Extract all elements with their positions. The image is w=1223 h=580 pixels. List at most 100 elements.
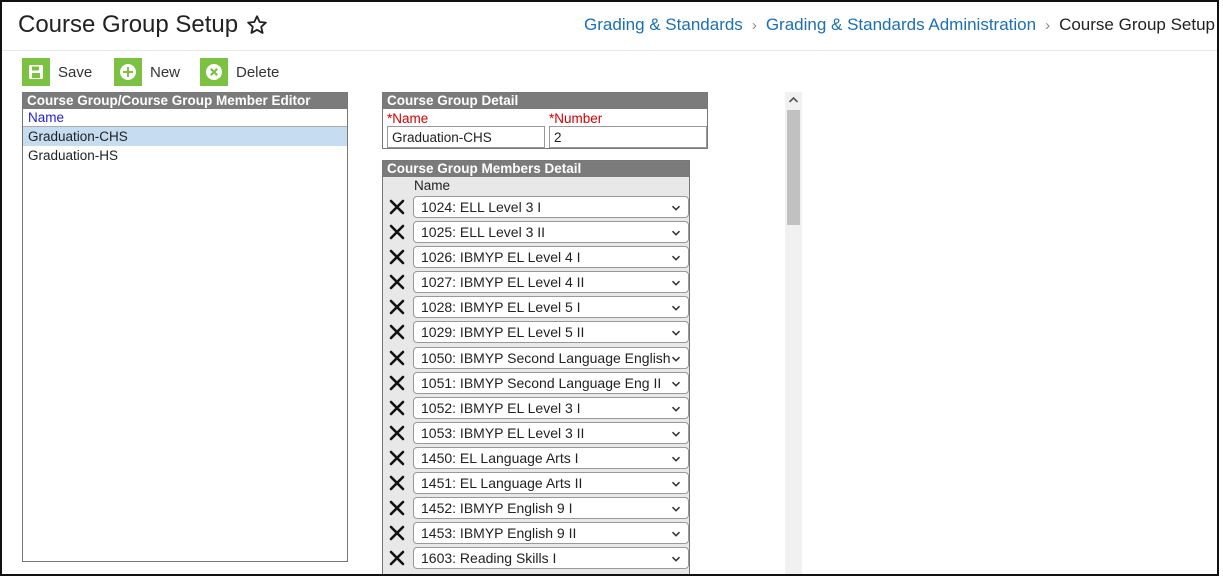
remove-member-icon[interactable] [388,524,406,542]
chevron-down-icon [671,230,681,236]
delete-label: Delete [236,63,280,81]
member-course-value: 1028: IBMYP EL Level 5 I [421,299,581,316]
remove-member-icon[interactable] [388,198,406,216]
member-row: 1603: Reading Skills I [383,546,689,571]
save-label: Save [58,63,93,81]
page-header: Course Group Setup Grading & Standards › G… [2,2,1217,51]
member-course-select[interactable]: 1026: IBMYP EL Level 4 I [413,246,689,269]
member-row: 1052: IBMYP EL Level 3 I [383,396,689,421]
scroll-up-arrow-icon[interactable] [785,92,802,108]
chevron-down-icon [671,255,681,261]
chevron-down-icon [671,406,681,412]
chevron-down-icon [671,481,681,487]
member-course-value: 1450: EL Language Arts I [421,449,579,466]
member-row: 1450: EL Language Arts I [383,446,689,471]
member-course-select[interactable]: 1025: ELL Level 3 II [413,221,689,244]
member-course-select[interactable]: 1452: IBMYP English 9 I [413,497,689,520]
chevron-down-icon [671,531,681,537]
member-row: 1027: IBMYP EL Level 4 II [383,270,689,295]
remove-member-icon[interactable] [388,449,406,467]
member-course-value: 1024: ELL Level 3 I [421,199,542,215]
breadcrumb-grading-standards[interactable]: Grading & Standards [584,15,743,34]
member-row: 1026: IBMYP EL Level 4 I [383,245,689,270]
scrollbar-thumb[interactable] [787,110,800,225]
number-field[interactable] [549,126,707,148]
course-group-detail-panel: Course Group Detail *Name *Number [382,92,708,149]
remove-member-icon[interactable] [388,499,406,517]
chevron-down-icon [671,356,681,362]
chevron-right-icon: › [1045,17,1051,34]
new-label: New [150,63,181,81]
member-course-select[interactable]: 1050: IBMYP Second Language English [413,346,689,369]
course-group-editor-panel: Course Group/Course Group Member Editor … [22,92,348,562]
breadcrumb: Grading & Standards › Grading & Standards … [584,15,1215,35]
chevron-down-icon [671,306,681,312]
chevron-down-icon [671,506,681,512]
member-course-select[interactable]: 1029: IBMYP EL Level 5 II [413,321,689,344]
member-course-value: 1603: Reading Skills I [421,550,557,567]
chevron-down-icon [671,556,681,563]
member-course-select[interactable]: 1028: IBMYP EL Level 5 I [413,296,689,319]
detail-panel-title: Course Group Detail [383,93,707,109]
chevron-down-icon [671,456,681,462]
member-course-value: 1451: EL Language Arts II [421,475,583,492]
members-column-header: Name [414,178,451,193]
member-course-select[interactable]: 1453: IBMYP English 9 II [413,522,689,545]
remove-member-icon[interactable] [388,323,406,341]
remove-member-icon[interactable] [388,424,406,442]
name-field[interactable] [387,126,545,148]
chevron-down-icon [671,280,681,287]
member-row: 1028: IBMYP EL Level 5 I [383,295,689,320]
chevron-down-icon [671,431,681,437]
member-course-select[interactable]: 1052: IBMYP EL Level 3 I [413,396,689,419]
chevron-down-icon [671,331,681,337]
vertical-scrollbar[interactable] [785,92,802,574]
remove-member-icon[interactable] [388,298,406,316]
member-course-value: 1051: IBMYP Second Language Eng II [421,374,662,391]
favorite-star-icon[interactable] [246,14,268,36]
chevron-down-icon [671,381,681,387]
save-button[interactable]: Save [22,57,92,87]
editor-panel-title: Course Group/Course Group Member Editor [23,93,347,109]
remove-member-icon[interactable] [388,349,406,367]
member-row: 1051: IBMYP Second Language Eng II [383,371,689,396]
member-course-value: 1452: IBMYP English 9 I [421,500,573,517]
member-course-select[interactable]: 1024: ELL Level 3 I [413,196,689,218]
member-list: 1024: ELL Level 3 I 1025: ELL Level 3 II 1… [383,195,689,571]
new-button[interactable]: New [114,57,180,87]
remove-member-icon[interactable] [388,374,406,392]
member-course-value: 1027: IBMYP EL Level 4 II [421,274,585,291]
name-field-label: *Name [387,111,429,126]
member-course-value: 1026: IBMYP EL Level 4 I [421,249,581,266]
member-row: 1451: EL Language Arts II [383,471,689,496]
list-item[interactable]: Graduation-CHS [23,127,347,146]
member-course-select[interactable]: 1051: IBMYP Second Language Eng II [413,371,689,394]
member-row: 1053: IBMYP EL Level 3 II [383,421,689,446]
add-icon [114,58,142,86]
remove-member-icon[interactable] [388,549,406,567]
member-row: 1453: IBMYP English 9 II [383,521,689,546]
save-icon [22,58,50,86]
breadcrumb-grading-standards-admin[interactable]: Grading & Standards Administration [766,15,1036,34]
list-item[interactable]: Graduation-HS [23,146,347,165]
member-course-select[interactable]: 1027: IBMYP EL Level 4 II [413,271,689,294]
member-course-select[interactable]: 1053: IBMYP EL Level 3 II [413,421,689,444]
member-course-value: 1053: IBMYP EL Level 3 II [421,424,585,441]
editor-column-header[interactable]: Name [23,109,347,127]
member-course-select[interactable]: 1450: EL Language Arts I [413,446,689,469]
remove-member-icon[interactable] [388,248,406,266]
remove-member-icon[interactable] [388,399,406,417]
member-row: 1029: IBMYP EL Level 5 II [383,320,689,345]
member-course-select[interactable]: 1451: EL Language Arts II [413,472,689,495]
course-group-members-panel: Course Group Members Detail Name 1024: E… [382,160,690,574]
delete-circle-icon [200,58,228,86]
remove-member-icon[interactable] [388,273,406,291]
app-frame: Course Group Setup Grading & Standards › G… [0,0,1219,576]
remove-member-icon[interactable] [388,474,406,492]
number-field-label: *Number [549,111,603,126]
remove-member-icon[interactable] [388,223,406,241]
member-row: 1050: IBMYP Second Language English [383,346,689,371]
member-course-select[interactable]: 1603: Reading Skills I [413,547,689,570]
chevron-down-icon [671,205,681,211]
delete-button[interactable]: Delete [200,57,279,87]
